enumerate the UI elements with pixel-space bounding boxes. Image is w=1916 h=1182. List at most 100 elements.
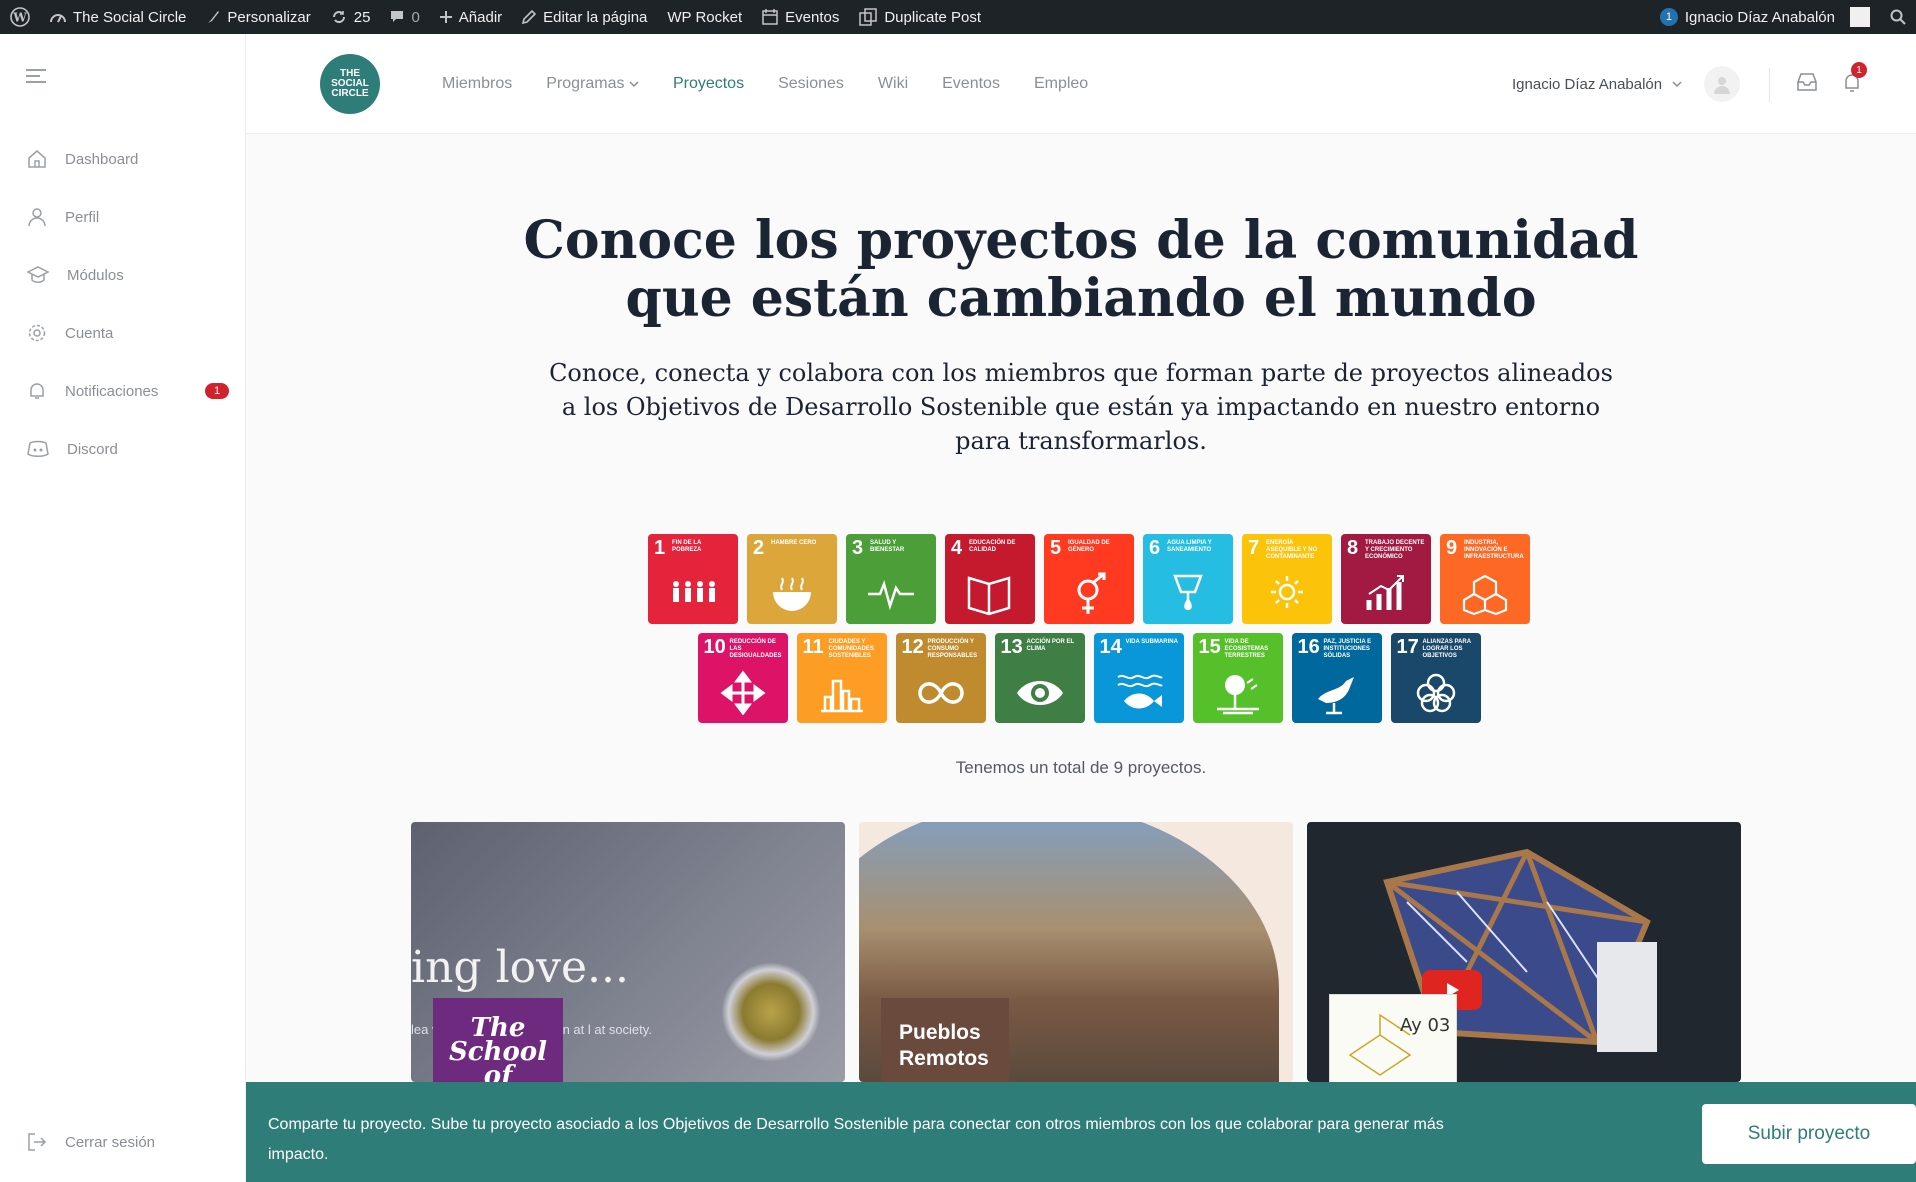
adminbar-search-icon[interactable] (1880, 0, 1916, 34)
sdg-label: Industria, innovación e infraestructura (1464, 540, 1524, 560)
sdg-label: Paz, justicia e instituciones sólidas (1323, 639, 1372, 659)
adminbar-notification-badge: 1 (1659, 8, 1678, 26)
sdg-number: 10 (703, 636, 726, 658)
project-card[interactable]: Ay 03 (1307, 822, 1741, 1082)
adminbar-duplicate-link[interactable]: Duplicate Post (849, 0, 991, 34)
adminbar-rocket-link[interactable]: WP Rocket (657, 0, 752, 34)
calendar-icon (762, 9, 778, 25)
user-menu[interactable]: Ignacio Díaz Anabalón (1512, 34, 1741, 134)
logout-label: Cerrar sesión (65, 1133, 156, 1151)
sdg-tile-9[interactable]: 9 Industria, innovación e infraestructura (1440, 534, 1530, 624)
refresh-icon (332, 11, 345, 23)
sdg-tile-16[interactable]: 16 Paz, justicia e instituciones sólidas (1291, 633, 1382, 723)
adminbar-user-name: Ignacio Díaz Anabalón (1684, 8, 1835, 26)
main-content: Conoce los proyectos de la comunidad que… (246, 134, 1916, 1182)
sdg-goal-6-icon (1173, 574, 1203, 610)
nav-miembros[interactable]: Miembros (442, 75, 512, 93)
sdg-tile-7[interactable]: 7 Energía asequible y no contaminante (1242, 534, 1332, 624)
sdg-number: 3 (852, 537, 864, 559)
sdg-number: 6 (1149, 537, 1161, 559)
nav-wiki[interactable]: Wiki (878, 75, 908, 93)
admin-bar: W The Social Circle Personalizar 25 0 Añ… (0, 0, 1916, 34)
nav-proyectos[interactable]: Proyectos (673, 75, 744, 93)
svg-text:W: W (12, 11, 27, 25)
sdg-goal-13-icon (1016, 681, 1063, 705)
adminbar-comments-link[interactable]: 0 (380, 0, 429, 34)
chevron-down-icon (629, 81, 639, 88)
adminbar-site-link[interactable]: The Social Circle (40, 0, 196, 34)
sdg-tile-1[interactable]: 1 Fin de la pobreza (648, 534, 738, 624)
sdg-number: 11 (802, 636, 824, 658)
graduation-cap-icon (27, 266, 49, 283)
sidebar-item-notificaciones[interactable]: Notificaciones 1 (0, 362, 246, 420)
project-card[interactable]: ing love... lea v ways of "living love" … (411, 822, 845, 1082)
adminbar-add-link[interactable]: Añadir (430, 0, 512, 34)
nav-programas-label: Programas (546, 75, 625, 92)
sketch-image: Ay 03 (1329, 994, 1457, 1082)
sdg-label: Salud y bienestar (870, 540, 905, 553)
inbox-icon[interactable] (1796, 72, 1818, 97)
sdg-goal-7-icon (1271, 576, 1303, 608)
sdg-tile-13[interactable]: 13 Acción por el clima (994, 633, 1085, 723)
sidebar-item-label: Notificaciones (65, 382, 159, 400)
sdg-label: Vida submarina (1125, 639, 1178, 645)
comment-icon (391, 11, 404, 22)
nav-eventos[interactable]: Eventos (942, 75, 1000, 93)
sdg-number: 17 (1396, 636, 1419, 658)
sdg-number: 12 (901, 636, 924, 658)
sidebar-item-cuenta[interactable]: Cuenta (0, 304, 246, 362)
sdg-goal-5-icon (1077, 572, 1106, 614)
sidebar-item-discord[interactable]: Discord (0, 420, 246, 478)
nav-empleo[interactable]: Empleo (1034, 75, 1088, 93)
sdg-number: 16 (1297, 636, 1320, 658)
banner-text: Comparte tu proyecto. Sube tu proyecto a… (268, 1116, 1444, 1163)
sdg-tile-3[interactable]: 3 Salud y bienestar (846, 534, 936, 624)
adminbar-updates-count: 25 (353, 8, 371, 26)
home-icon (28, 150, 46, 168)
site-logo[interactable]: THE SOCIAL CIRCLE (320, 54, 380, 114)
title-line-1: Conoce los proyectos de la comunidad (523, 210, 1639, 271)
adminbar-updates-link[interactable]: 25 (321, 0, 381, 34)
sdg-goal-16-icon (1317, 677, 1354, 715)
sdg-tile-2[interactable]: 2 Hambre cero (747, 534, 837, 624)
sdg-tile-11[interactable]: 11 Ciudades y comunidades sostenibles (796, 633, 887, 723)
sdg-tile-12[interactable]: 12 Producción y consumo responsables (895, 633, 986, 723)
logout-link[interactable]: Cerrar sesión (27, 1132, 155, 1152)
project-card[interactable]: Pueblos Remotos (859, 822, 1293, 1082)
sdg-tile-10[interactable]: 10 Reducción de las desigualdades (697, 633, 788, 723)
sidebar-item-label: Discord (67, 440, 118, 458)
sdg-tile-6[interactable]: 6 Agua limpia y saneamiento (1143, 534, 1233, 624)
upload-project-button[interactable]: Subir proyecto (1702, 1104, 1916, 1164)
bell-icon (30, 383, 44, 399)
sidebar-item-label: Perfil (65, 208, 100, 226)
sdg-label: Trabajo decente y crecimiento económico (1365, 540, 1425, 560)
nav-sesiones[interactable]: Sesiones (778, 75, 844, 93)
sidebar-item-modulos[interactable]: Módulos (0, 246, 246, 304)
adminbar-duplicate-label: Duplicate Post (884, 8, 982, 26)
sdg-number: 5 (1050, 537, 1062, 559)
sidebar-item-dashboard[interactable]: Dashboard (0, 130, 246, 188)
adminbar-events-label: Eventos (785, 8, 840, 26)
adminbar-account[interactable]: 1 Ignacio Díaz Anabalón (1650, 0, 1880, 34)
sdg-number: 8 (1347, 537, 1359, 559)
wordpress-logo-icon[interactable]: W (0, 0, 40, 34)
sdg-tile-8[interactable]: 8 Trabajo decente y crecimiento económico (1341, 534, 1431, 624)
sdg-tile-15[interactable]: 15 Vida de ecosistemas terrestres (1192, 633, 1283, 723)
menu-toggle-icon[interactable] (26, 68, 48, 89)
adminbar-customize-link[interactable]: Personalizar (196, 0, 320, 34)
sdg-label: Agua limpia y saneamiento (1167, 540, 1212, 553)
sdg-tile-5[interactable]: 5 Igualdad de género (1044, 534, 1134, 624)
sidebar-item-perfil[interactable]: Perfil (0, 188, 246, 246)
adminbar-edit-link[interactable]: Editar la página (512, 0, 657, 34)
sdg-goal-11-icon (820, 679, 863, 713)
sdg-tile-4[interactable]: 4 Educación de calidad (945, 534, 1035, 624)
sdg-goal-3-icon (868, 580, 914, 611)
dashboard-gauge-icon (50, 14, 66, 23)
adminbar-events-link[interactable]: Eventos (752, 0, 849, 34)
page-title: Conoce los proyectos de la comunidad que… (246, 212, 1916, 328)
sdg-number: 15 (1198, 636, 1221, 658)
sdg-tile-17[interactable]: 17 Alianzas para lograr los objetivos (1390, 633, 1481, 723)
sdg-tile-14[interactable]: 14 Vida submarina (1093, 633, 1184, 723)
pencil-icon (522, 10, 537, 24)
nav-programas[interactable]: Programas (546, 75, 639, 93)
